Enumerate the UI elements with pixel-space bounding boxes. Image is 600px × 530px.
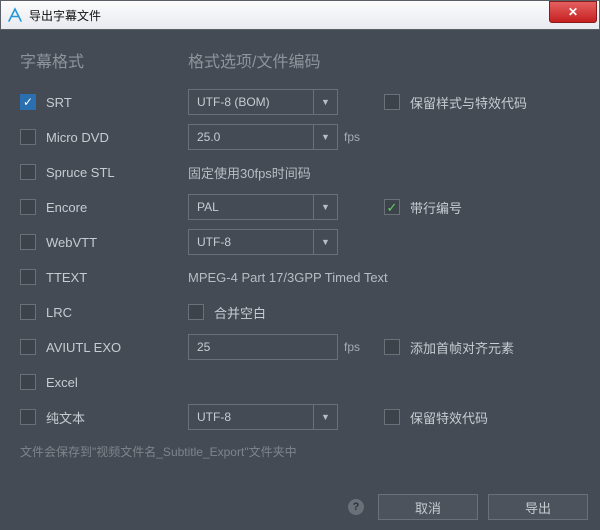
- select-srt-encoding[interactable]: UTF-8 (BOM): [188, 89, 338, 115]
- export-button[interactable]: 导出: [488, 494, 588, 520]
- close-icon: ✕: [568, 5, 578, 19]
- label-encore: Encore: [46, 200, 87, 215]
- header-format: 字幕格式: [20, 48, 188, 72]
- label-srt-keepstyle: 保留样式与特效代码: [410, 93, 527, 112]
- label-encore-linenum: 带行编号: [410, 198, 462, 217]
- checkbox-srt-keepstyle[interactable]: [384, 94, 400, 110]
- checkbox-microdvd[interactable]: [20, 129, 36, 145]
- text-ttext-desc: MPEG-4 Part 17/3GPP Timed Text: [188, 270, 388, 285]
- save-note: 文件会保存到"视频文件名_Subtitle_Export"文件夹中: [20, 443, 580, 460]
- chevron-down-icon: [313, 195, 337, 219]
- label-ttext: TTEXT: [46, 270, 87, 285]
- chevron-down-icon: [313, 405, 337, 429]
- label-lrc-merge: 合并空白: [214, 303, 266, 322]
- checkbox-webvtt[interactable]: [20, 234, 36, 250]
- content-panel: 字幕格式 格式选项/文件编码 SRT UTF-8 (BOM) 保留样式与特效代码…: [0, 30, 600, 484]
- checkbox-ttext[interactable]: [20, 269, 36, 285]
- text-spruce-fixed: 固定使用30fps时间码: [188, 163, 311, 182]
- select-plaintext-encoding[interactable]: UTF-8: [188, 404, 338, 430]
- window-title: 导出字幕文件: [29, 7, 549, 24]
- label-plaintext-keepfx: 保留特效代码: [410, 408, 488, 427]
- label-webvtt: WebVTT: [46, 235, 97, 250]
- titlebar: 导出字幕文件 ✕: [0, 0, 600, 30]
- checkbox-aviutl[interactable]: [20, 339, 36, 355]
- label-lrc: LRC: [46, 305, 72, 320]
- label-microdvd: Micro DVD: [46, 130, 109, 145]
- select-encore-standard[interactable]: PAL: [188, 194, 338, 220]
- checkbox-srt[interactable]: [20, 94, 36, 110]
- checkbox-lrc[interactable]: [20, 304, 36, 320]
- footer: ? 取消 导出: [0, 484, 600, 530]
- chevron-down-icon: [313, 125, 337, 149]
- unit-fps: fps: [344, 340, 384, 354]
- label-excel: Excel: [46, 375, 78, 390]
- checkbox-encore[interactable]: [20, 199, 36, 215]
- chevron-down-icon: [313, 230, 337, 254]
- input-aviutl-fps[interactable]: 25: [188, 334, 338, 360]
- header-options: 格式选项/文件编码: [188, 48, 320, 72]
- checkbox-plaintext[interactable]: [20, 409, 36, 425]
- checkbox-plaintext-keepfx[interactable]: [384, 409, 400, 425]
- label-srt: SRT: [46, 95, 72, 110]
- chevron-down-icon: [313, 90, 337, 114]
- app-icon: [7, 7, 23, 23]
- cancel-button[interactable]: 取消: [378, 494, 478, 520]
- label-sprucestl: Spruce STL: [46, 165, 115, 180]
- select-microdvd-fps[interactable]: 25.0: [188, 124, 338, 150]
- select-webvtt-encoding[interactable]: UTF-8: [188, 229, 338, 255]
- label-aviutl: AVIUTL EXO: [46, 340, 121, 355]
- checkbox-sprucestl[interactable]: [20, 164, 36, 180]
- checkbox-excel[interactable]: [20, 374, 36, 390]
- checkbox-aviutl-addframe[interactable]: [384, 339, 400, 355]
- unit-fps: fps: [344, 130, 384, 144]
- checkbox-lrc-merge[interactable]: [188, 304, 204, 320]
- close-button[interactable]: ✕: [549, 1, 597, 23]
- label-plaintext: 纯文本: [46, 408, 85, 427]
- help-icon[interactable]: ?: [348, 499, 364, 515]
- checkbox-encore-linenum[interactable]: [384, 199, 400, 215]
- label-aviutl-addframe: 添加首帧对齐元素: [410, 338, 514, 357]
